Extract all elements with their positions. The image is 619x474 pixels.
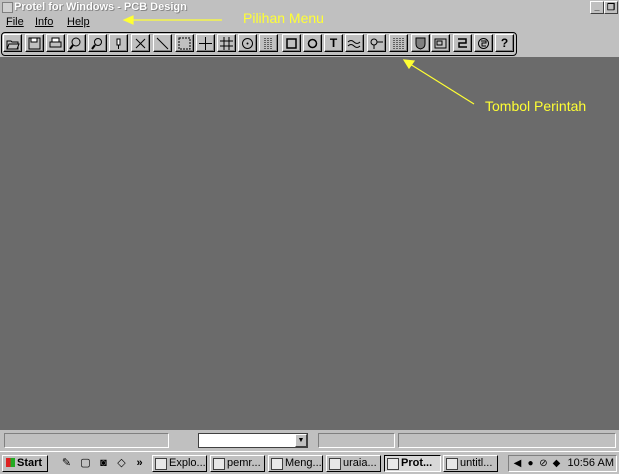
layer-combo[interactable]: ▼ bbox=[198, 433, 308, 448]
task-app-icon bbox=[271, 458, 283, 470]
task-label: Meng... bbox=[285, 457, 322, 469]
taskbar-button[interactable]: Explo... bbox=[152, 455, 207, 472]
status-panel-middle bbox=[318, 433, 395, 448]
quicklaunch-channel-icon[interactable]: ◇ bbox=[115, 457, 128, 470]
taskbar-button[interactable]: uraia... bbox=[326, 455, 381, 472]
menu-arrow-head bbox=[122, 15, 134, 25]
task-app-icon bbox=[155, 458, 167, 470]
task-app-icon bbox=[387, 458, 399, 470]
antivirus-icon[interactable]: ⊘ bbox=[538, 458, 549, 469]
task-label: Explo... bbox=[169, 457, 206, 469]
taskbar: Start ✎ ▢ ◙ ◇ » Explo... pemr... Meng... ur… bbox=[0, 451, 619, 474]
annotation-menu-label: Pilihan Menu bbox=[243, 10, 324, 26]
taskbar-button[interactable]: pemr... bbox=[210, 455, 265, 472]
quicklaunch-more-icon[interactable]: » bbox=[133, 457, 146, 470]
scheduler-icon[interactable]: ◆ bbox=[551, 458, 562, 469]
status-panel-left bbox=[4, 433, 169, 448]
taskbar-button[interactable]: Prot... bbox=[384, 455, 441, 472]
task-app-icon bbox=[213, 458, 225, 470]
toolbar-arrow-line bbox=[409, 63, 475, 105]
task-label: untitl... bbox=[460, 457, 493, 469]
task-label: Prot... bbox=[401, 457, 433, 469]
windows-logo-icon bbox=[6, 458, 15, 467]
volume-icon[interactable]: ◀ bbox=[512, 458, 523, 469]
network-icon[interactable]: ● bbox=[525, 458, 536, 469]
annotation-arrows bbox=[122, 15, 475, 105]
combo-dropdown-icon[interactable]: ▼ bbox=[295, 434, 307, 447]
taskbar-button[interactable]: untitl... bbox=[443, 455, 498, 472]
quicklaunch-desktop-icon[interactable]: ▢ bbox=[79, 457, 92, 470]
quicklaunch-ie-icon[interactable]: ✎ bbox=[60, 457, 73, 470]
task-app-icon bbox=[329, 458, 341, 470]
task-label: pemr... bbox=[227, 457, 261, 469]
status-bar: ▼ bbox=[0, 430, 619, 451]
system-tray: ◀ ● ⊘ ◆ 10:56 AM bbox=[508, 455, 617, 472]
task-label: uraia... bbox=[343, 457, 377, 469]
task-app-icon bbox=[446, 458, 458, 470]
annotation-toolbar-label: Tombol Perintah bbox=[485, 98, 587, 114]
taskbar-button[interactable]: Meng... bbox=[268, 455, 323, 472]
start-button[interactable]: Start bbox=[2, 455, 48, 472]
quicklaunch-outlook-icon[interactable]: ◙ bbox=[97, 457, 110, 470]
status-panel-right bbox=[398, 433, 616, 448]
toolbar-arrow-head bbox=[402, 59, 416, 70]
clock: 10:56 AM bbox=[567, 457, 614, 469]
